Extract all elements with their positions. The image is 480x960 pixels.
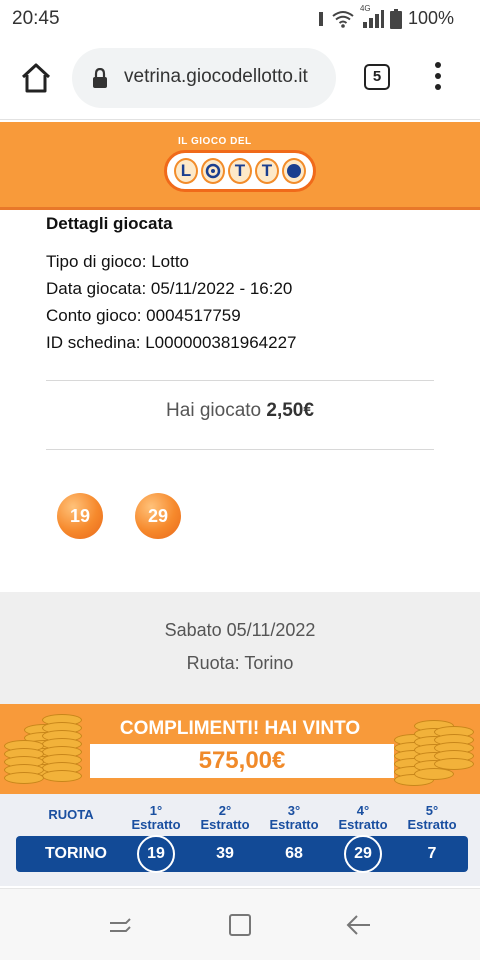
header-estratto-3: 3° Estratto [259, 804, 329, 832]
header-label: Estratto [269, 817, 319, 832]
header-label: RUOTA [48, 807, 94, 822]
played-amount: 2,50€ [266, 400, 314, 421]
menu-dot [435, 62, 441, 68]
header-estratto-5: 5° Estratto [397, 804, 467, 832]
details-title: Dettagli giocata [46, 214, 173, 233]
results-table: RUOTA 1° Estratto 2° Estratto 3° Estratt… [0, 794, 480, 886]
lock-icon [93, 68, 107, 88]
extracted-number: 7 [427, 845, 437, 862]
back-arrow-icon[interactable] [346, 913, 372, 937]
header-label: Estratto [338, 817, 388, 832]
draw-wheel: Ruota: Torino [186, 653, 294, 673]
win-banner: COMPLIMENTI! HAI VINTO 575,00€ [0, 704, 480, 794]
logo-pill: L T T [164, 150, 316, 192]
header-label: Estratto [131, 817, 181, 832]
divider [46, 380, 434, 381]
status-time: 20:45 [12, 8, 60, 29]
battery-percent: 100% [407, 8, 454, 28]
draw-date: Sabato 05/11/2022 [164, 620, 316, 640]
detail-account: Conto gioco: 0004517759 [46, 306, 241, 325]
signal-group: 4G [360, 4, 384, 28]
detail-play-date: Data giocata: 05/11/2022 - 16:20 [46, 279, 293, 298]
browser-toolbar: vetrina.giocodellotto.it 5 [0, 36, 480, 120]
address-bar[interactable]: vetrina.giocodellotto.it [72, 48, 336, 108]
header-ruota: RUOTA [38, 808, 104, 822]
more-vert-icon[interactable] [428, 62, 448, 94]
win-amount: 575,00€ [90, 744, 394, 778]
menu-dot [435, 73, 441, 79]
extracted-number: 68 [285, 845, 303, 862]
logo-letter: L [174, 158, 198, 184]
recent-apps-icon[interactable] [108, 915, 132, 937]
status-icons: 4G 100% [316, 4, 454, 29]
url-text: vetrina.giocodellotto.it [124, 66, 308, 87]
header-ordinal: 4° [356, 803, 370, 818]
header-estratto-4: 4° Estratto [328, 804, 398, 832]
lotto-logo[interactable]: IL GIOCO DEL L T T [164, 134, 316, 200]
header-ordinal: 3° [287, 803, 301, 818]
coins-right-icon [392, 712, 480, 792]
draw-info: Sabato 05/11/2022 Ruota: Torino [0, 592, 480, 704]
wifi-icon [332, 10, 354, 28]
logo-letter: T [228, 158, 252, 184]
extracted-number: 29 [354, 845, 372, 862]
vibrate-icon [318, 11, 323, 26]
logo-dot-icon [282, 158, 306, 184]
home-square-icon[interactable] [228, 913, 252, 937]
played-number-ball: 29 [135, 493, 181, 539]
divider [46, 449, 434, 450]
header-estratto-1: 1° Estratto [121, 804, 191, 832]
played-label: Hai giocato [166, 400, 262, 421]
win-title: COMPLIMENTI! HAI VINTO [119, 718, 361, 739]
coins-left-icon [2, 712, 92, 792]
menu-dot [435, 84, 441, 90]
detail-ticket-id: ID schedina: L000000381964227 [46, 333, 297, 352]
extracted-number: 39 [216, 845, 234, 862]
logo-dot [287, 164, 301, 178]
extracted-number: 19 [147, 845, 165, 862]
battery-icon [389, 8, 402, 29]
table-row: TORINO 19 39 68 29 7 [16, 835, 468, 873]
header-ordinal: 1° [149, 803, 163, 818]
wheel-name: TORINO [45, 845, 107, 862]
logo-top-text: IL GIOCO DEL [178, 136, 252, 147]
detail-game-type: Tipo di gioco: Lotto [46, 252, 190, 271]
site-header: IL GIOCO DEL L T T [0, 122, 480, 210]
header-ordinal: 5° [425, 803, 439, 818]
home-icon[interactable] [18, 60, 54, 96]
header-ordinal: 2° [218, 803, 232, 818]
header-label: Estratto [200, 817, 250, 832]
tab-switcher-button[interactable]: 5 [364, 64, 390, 90]
played-amount-line: Hai giocato 2,50€ [0, 400, 480, 422]
logo-letter: T [255, 158, 279, 184]
logo-swirl-icon [201, 158, 225, 184]
status-bar: 20:45 4G 100% [0, 0, 480, 36]
system-nav-bar [0, 888, 480, 960]
signal-icon [362, 9, 384, 28]
played-number-ball: 19 [57, 493, 103, 539]
header-estratto-2: 2° Estratto [190, 804, 260, 832]
header-label: Estratto [407, 817, 457, 832]
